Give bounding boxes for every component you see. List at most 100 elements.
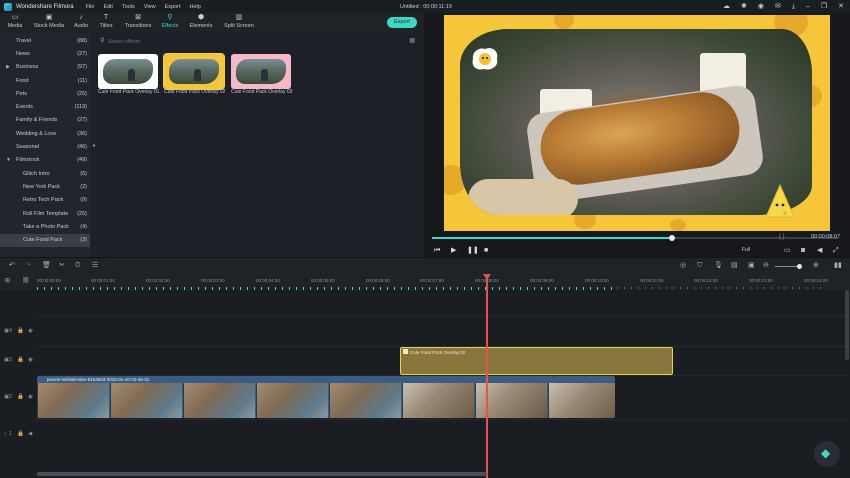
- tab-label: Transitions: [124, 23, 152, 29]
- category-label: Roll Film Template: [23, 211, 69, 217]
- category-wedding-love[interactable]: Wedding & Love (36): [0, 128, 90, 141]
- snapshot-icon[interactable]: ◙: [801, 246, 805, 255]
- menu-file[interactable]: File: [86, 4, 95, 10]
- snapshot-track-icon[interactable]: ▣: [748, 261, 755, 270]
- timeline-vertical-scrollbar[interactable]: [845, 290, 849, 360]
- cut-icon[interactable]: ✂: [59, 261, 65, 270]
- user-icon[interactable]: ◉: [758, 2, 764, 11]
- category-glitch-intro[interactable]: Glitch Intro (6): [0, 168, 90, 181]
- category-business[interactable]: ▶ Business (97): [0, 61, 90, 74]
- zoom-slider-handle[interactable]: [797, 264, 802, 269]
- tab-titles[interactable]: T Titles: [91, 13, 121, 33]
- lock-icon[interactable]: 🔒: [17, 328, 24, 334]
- caret-right-icon[interactable]: ▶: [6, 64, 10, 70]
- category-family-friends[interactable]: Family & Friends (27): [0, 114, 90, 127]
- monitor-icon[interactable]: ▭: [784, 246, 791, 255]
- zoom-in-icon[interactable]: ⊕: [813, 261, 819, 270]
- tab-label: Media: [7, 23, 23, 29]
- previous-frame-icon[interactable]: ⏮: [434, 246, 440, 255]
- category-food[interactable]: Food (11): [0, 75, 90, 88]
- tab-effects[interactable]: ⚲ Effects: [155, 13, 185, 33]
- ruler-label: 00:00:14:00: [804, 278, 828, 283]
- ruler-label: 00:00:13:00: [749, 278, 773, 283]
- undo-icon[interactable]: ↶: [9, 261, 15, 270]
- menu-help[interactable]: Help: [190, 4, 201, 10]
- timeline-horizontal-scrollbar[interactable]: [37, 472, 487, 476]
- delete-icon[interactable]: 🗑: [42, 261, 51, 270]
- category-seasonal[interactable]: Seasonal (46): [0, 141, 90, 154]
- effect-thumbnail-overlay-03[interactable]: [231, 54, 291, 89]
- effect-thumbnail-overlay-01[interactable]: [98, 54, 158, 89]
- category-filmstock[interactable]: ▼ Filmstock (49): [0, 154, 90, 167]
- tab-media[interactable]: ▭ Media: [0, 13, 30, 33]
- stop-icon[interactable]: ■: [484, 246, 488, 255]
- shield-icon[interactable]: ⛉: [697, 261, 702, 270]
- lock-icon[interactable]: 🔒: [17, 357, 24, 363]
- effect-thumbnail-overlay-02[interactable]: [163, 53, 225, 90]
- category-pets[interactable]: Pets (25): [0, 88, 90, 101]
- tab-transitions[interactable]: ⊠ Transitions: [122, 13, 154, 33]
- lightbulb-icon[interactable]: ✺: [741, 2, 747, 11]
- timeline-settings-icon[interactable]: ▮▮: [834, 261, 842, 270]
- grid-view-icon[interactable]: ▦: [409, 37, 415, 44]
- search-input[interactable]: [108, 36, 398, 47]
- speaker-icon[interactable]: ◀: [28, 431, 32, 437]
- category-count: (119): [74, 104, 87, 110]
- eye-icon[interactable]: ◉: [28, 357, 33, 363]
- fullscreen-icon[interactable]: ⤢: [833, 246, 839, 255]
- adjust-icon[interactable]: ☰: [92, 261, 98, 270]
- tab-label: Elements: [189, 23, 213, 29]
- track-number: 3: [9, 357, 13, 363]
- mark-in-out-icon[interactable]: { }: [779, 234, 785, 240]
- category-roll-film-template[interactable]: Roll Film Template (25): [0, 208, 90, 221]
- export-button[interactable]: Export: [387, 17, 417, 28]
- tab-split-screen[interactable]: ▥ Split Screen: [222, 13, 256, 33]
- track-divider: [36, 419, 846, 420]
- category-news[interactable]: News (27): [0, 48, 90, 61]
- playhead[interactable]: [486, 276, 488, 478]
- render-icon[interactable]: ◎: [680, 261, 686, 270]
- quality-dropdown[interactable]: Full: [742, 247, 750, 253]
- category-cute-food-pack[interactable]: Cute Food Pack (3): [0, 234, 90, 247]
- microphone-icon[interactable]: 🎙: [714, 261, 723, 270]
- lock-icon[interactable]: 🔒: [17, 431, 24, 437]
- menu-edit[interactable]: Edit: [103, 4, 112, 10]
- zoom-out-icon[interactable]: ⊖: [763, 261, 769, 270]
- mail-icon[interactable]: ✉: [775, 2, 781, 11]
- scrubber-handle[interactable]: [668, 235, 675, 241]
- category-travel[interactable]: Travel (88): [0, 35, 90, 48]
- category-events[interactable]: Events (119): [0, 101, 90, 114]
- speed-icon[interactable]: ⏱: [75, 261, 80, 270]
- eye-icon[interactable]: ◉: [28, 394, 33, 400]
- clip-frame: [548, 383, 615, 418]
- pause-icon[interactable]: ❚❚: [467, 246, 479, 255]
- tab-elements[interactable]: ⬢ Elements: [186, 13, 216, 33]
- overlay-effect-clip[interactable]: Cute Food Pack Overlay 02: [400, 347, 673, 375]
- link-icon[interactable]: ⛓: [22, 277, 30, 286]
- menu-export[interactable]: Export: [165, 4, 181, 10]
- tab-stock-media[interactable]: ▣ Stock Media: [33, 13, 65, 33]
- cloud-icon[interactable]: ☁: [723, 2, 730, 11]
- menu-tools[interactable]: Tools: [122, 4, 135, 10]
- category-count: (88): [77, 38, 87, 44]
- preview-canvas[interactable]: [444, 15, 830, 231]
- video-clip[interactable]: pexels-mikhail-nilov-8153943-2015-01-10-…: [37, 376, 615, 418]
- preview-scrubber[interactable]: [432, 235, 838, 241]
- category-take-a-photo-pack[interactable]: Take a Photo Pack (4): [0, 221, 90, 234]
- download-icon[interactable]: ⤓: [792, 2, 795, 11]
- category-new-york-pack[interactable]: New York Pack (2): [0, 181, 90, 194]
- lock-icon[interactable]: 🔒: [17, 394, 24, 400]
- volume-icon[interactable]: ◀: [817, 246, 822, 255]
- close-icon[interactable]: ✕: [838, 2, 844, 11]
- redo-icon[interactable]: ↷: [25, 261, 31, 270]
- category-retro-tech-pack[interactable]: Retro Tech Pack (9): [0, 194, 90, 207]
- maximize-icon[interactable]: ❐: [821, 2, 827, 11]
- add-track-icon[interactable]: ⊞: [5, 277, 10, 286]
- audio-mix-icon[interactable]: ⫶: [108, 261, 110, 270]
- minimize-icon[interactable]: –: [806, 2, 810, 11]
- caret-down-icon[interactable]: ▼: [6, 157, 11, 163]
- play-icon[interactable]: ▶: [451, 246, 456, 255]
- voiceover-icon[interactable]: ▤: [731, 261, 738, 270]
- eye-icon[interactable]: ◉: [28, 328, 33, 334]
- menu-view[interactable]: View: [144, 4, 156, 10]
